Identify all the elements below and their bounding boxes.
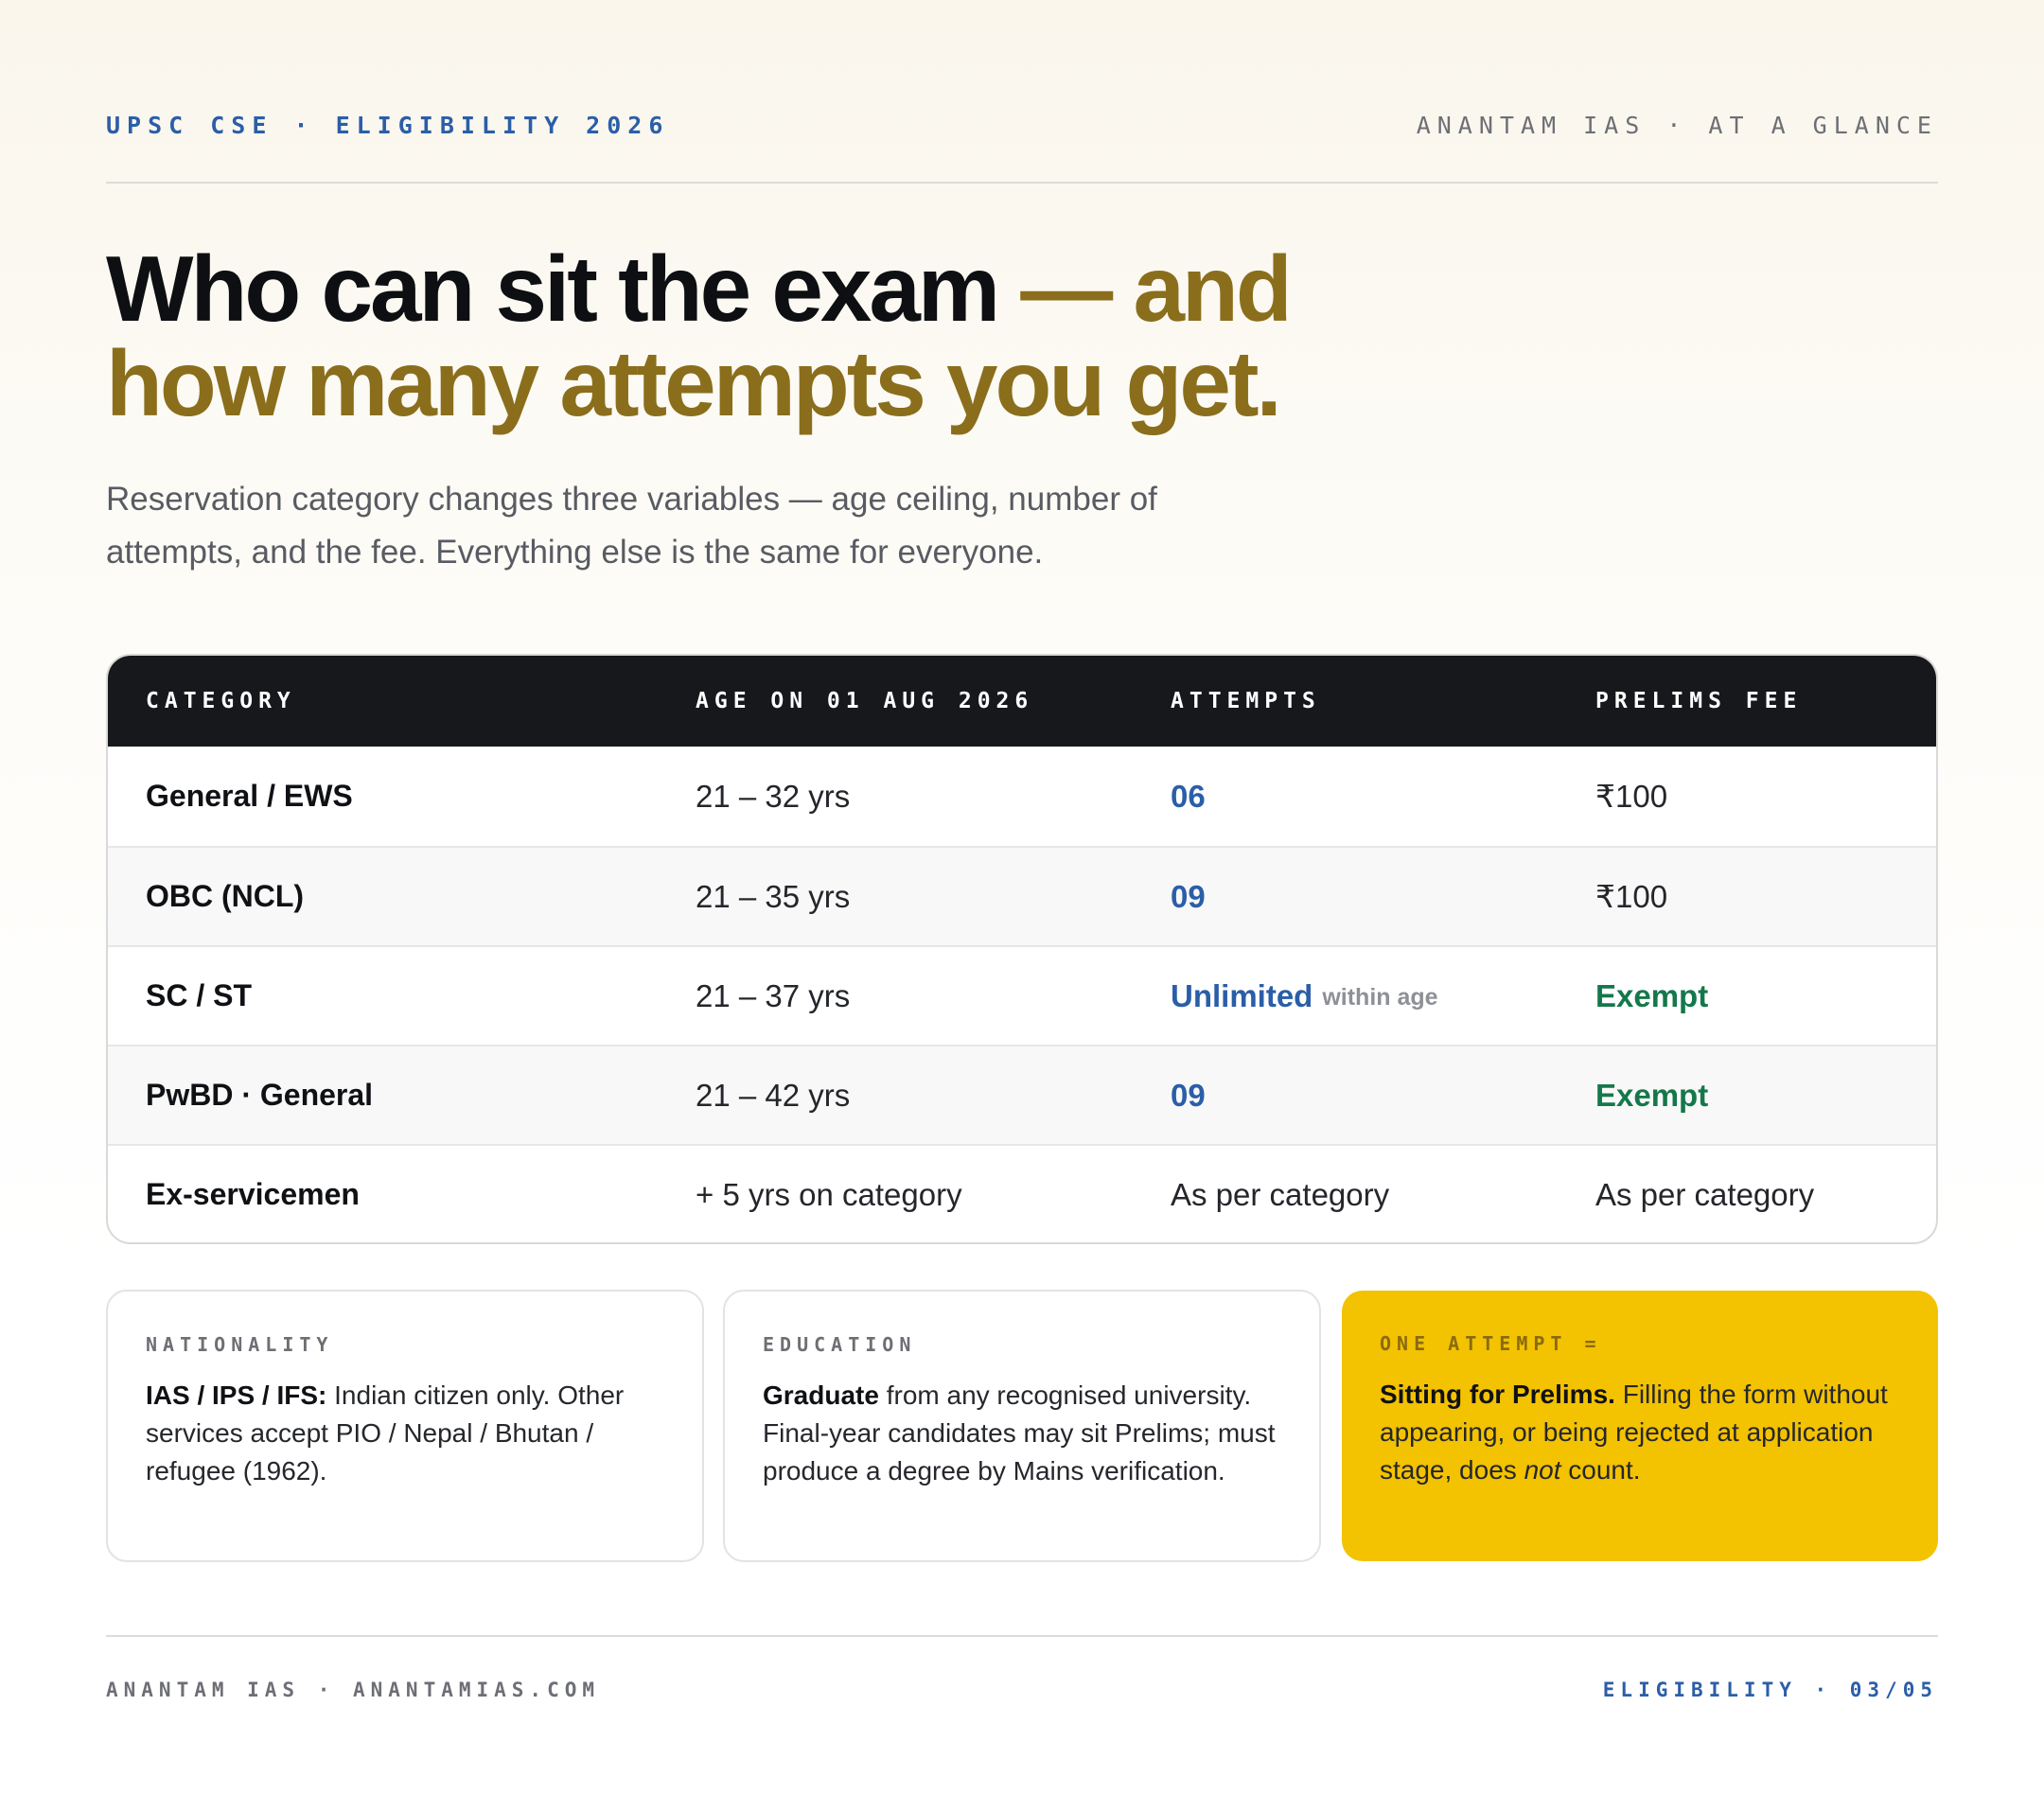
card-lead: Graduate bbox=[763, 1380, 879, 1410]
eligibility-page: UPSC CSE · ELIGIBILITY 2026 ANANTAM IAS … bbox=[0, 0, 2044, 1811]
fee-cell: ₹100 bbox=[1595, 879, 1668, 914]
brand-tagline: ANANTAM IAS · AT A GLANCE bbox=[1416, 111, 1938, 139]
table-row: SC / ST 21 – 37 yrs Unlimited within age… bbox=[108, 945, 1936, 1045]
column-header-category: CATEGORY bbox=[146, 689, 296, 713]
category-cell: Ex-servicemen bbox=[146, 1177, 360, 1211]
column-header-attempts: ATTEMPTS bbox=[1171, 689, 1321, 713]
card-label: ONE ATTEMPT = bbox=[1380, 1332, 1602, 1355]
education-card: EDUCATION Graduate from any recognised u… bbox=[723, 1290, 1321, 1562]
attempts-cell: 06 bbox=[1171, 778, 1206, 814]
table-row: PwBD · General 21 – 42 yrs 09 Exempt bbox=[108, 1045, 1936, 1144]
title-part-main: Who can sit the exam bbox=[106, 237, 1021, 341]
footer-brand: ANANTAM IAS · ANANTAMIAS.COM bbox=[106, 1679, 601, 1701]
fee-cell: As per category bbox=[1595, 1176, 1815, 1212]
attempts-value: Unlimited bbox=[1171, 977, 1313, 1013]
attempts-cell: Unlimited within age bbox=[1171, 947, 1438, 1045]
top-bar: UPSC CSE · ELIGIBILITY 2026 ANANTAM IAS … bbox=[106, 104, 1938, 146]
category-cell: PwBD · General bbox=[146, 1078, 374, 1112]
category-cell: General / EWS bbox=[146, 779, 353, 813]
table-row: General / EWS 21 – 32 yrs 06 ₹100 bbox=[108, 747, 1936, 846]
card-label: NATIONALITY bbox=[146, 1333, 334, 1356]
table-header: CATEGORY AGE ON 01 AUG 2026 ATTEMPTS PRE… bbox=[108, 656, 1936, 747]
card-body: Graduate from any recognised university.… bbox=[763, 1377, 1281, 1490]
section-kicker: UPSC CSE · ELIGIBILITY 2026 bbox=[106, 111, 670, 139]
card-lead: Sitting for Prelims. bbox=[1380, 1380, 1615, 1409]
card-label: EDUCATION bbox=[763, 1333, 917, 1356]
column-header-age: AGE ON 01 AUG 2026 bbox=[696, 689, 1034, 713]
footer-page-indicator: ELIGIBILITY · 03/05 bbox=[1602, 1679, 1938, 1701]
eligibility-table: CATEGORY AGE ON 01 AUG 2026 ATTEMPTS PRE… bbox=[106, 654, 1938, 1244]
card-lead: IAS / IPS / IFS: bbox=[146, 1380, 327, 1410]
page-subtitle: Reservation category changes three varia… bbox=[106, 481, 1157, 571]
age-cell: + 5 yrs on category bbox=[696, 1176, 962, 1212]
attempts-cell: 09 bbox=[1171, 1077, 1206, 1113]
age-cell: 21 – 35 yrs bbox=[696, 878, 851, 914]
one-attempt-card: ONE ATTEMPT = Sitting for Prelims. Filli… bbox=[1342, 1291, 1938, 1561]
category-cell: OBC (NCL) bbox=[146, 879, 305, 913]
category-cell: SC / ST bbox=[146, 978, 253, 1012]
bottom-divider bbox=[106, 1635, 1938, 1637]
attempts-note: within age bbox=[1322, 984, 1438, 1011]
fee-cell: ₹100 bbox=[1595, 779, 1668, 814]
card-body: IAS / IPS / IFS: Indian citizen only. Ot… bbox=[146, 1377, 664, 1490]
fee-cell: Exempt bbox=[1595, 977, 1709, 1013]
top-divider bbox=[106, 182, 1938, 184]
age-cell: 21 – 42 yrs bbox=[696, 1077, 851, 1113]
table-row: OBC (NCL) 21 – 35 yrs 09 ₹100 bbox=[108, 846, 1936, 945]
age-cell: 21 – 37 yrs bbox=[696, 977, 851, 1013]
attempts-cell: 09 bbox=[1171, 878, 1206, 914]
card-body: Sitting for Prelims. Filling the form wi… bbox=[1380, 1376, 1900, 1489]
footer: ANANTAM IAS · ANANTAMIAS.COM ELIGIBILITY… bbox=[106, 1673, 1938, 1707]
age-cell: 21 – 32 yrs bbox=[696, 778, 851, 814]
column-header-fee: PRELIMS FEE bbox=[1595, 689, 1803, 713]
card-text-end: count. bbox=[1560, 1455, 1641, 1485]
attempts-cell: As per category bbox=[1171, 1176, 1390, 1212]
card-emphasis: not bbox=[1524, 1455, 1561, 1485]
nationality-card: NATIONALITY IAS / IPS / IFS: Indian citi… bbox=[106, 1290, 704, 1562]
page-title: Who can sit the exam — and how many atte… bbox=[106, 241, 1336, 431]
fee-cell: Exempt bbox=[1595, 1077, 1709, 1113]
table-row: Ex-servicemen + 5 yrs on category As per… bbox=[108, 1144, 1936, 1242]
